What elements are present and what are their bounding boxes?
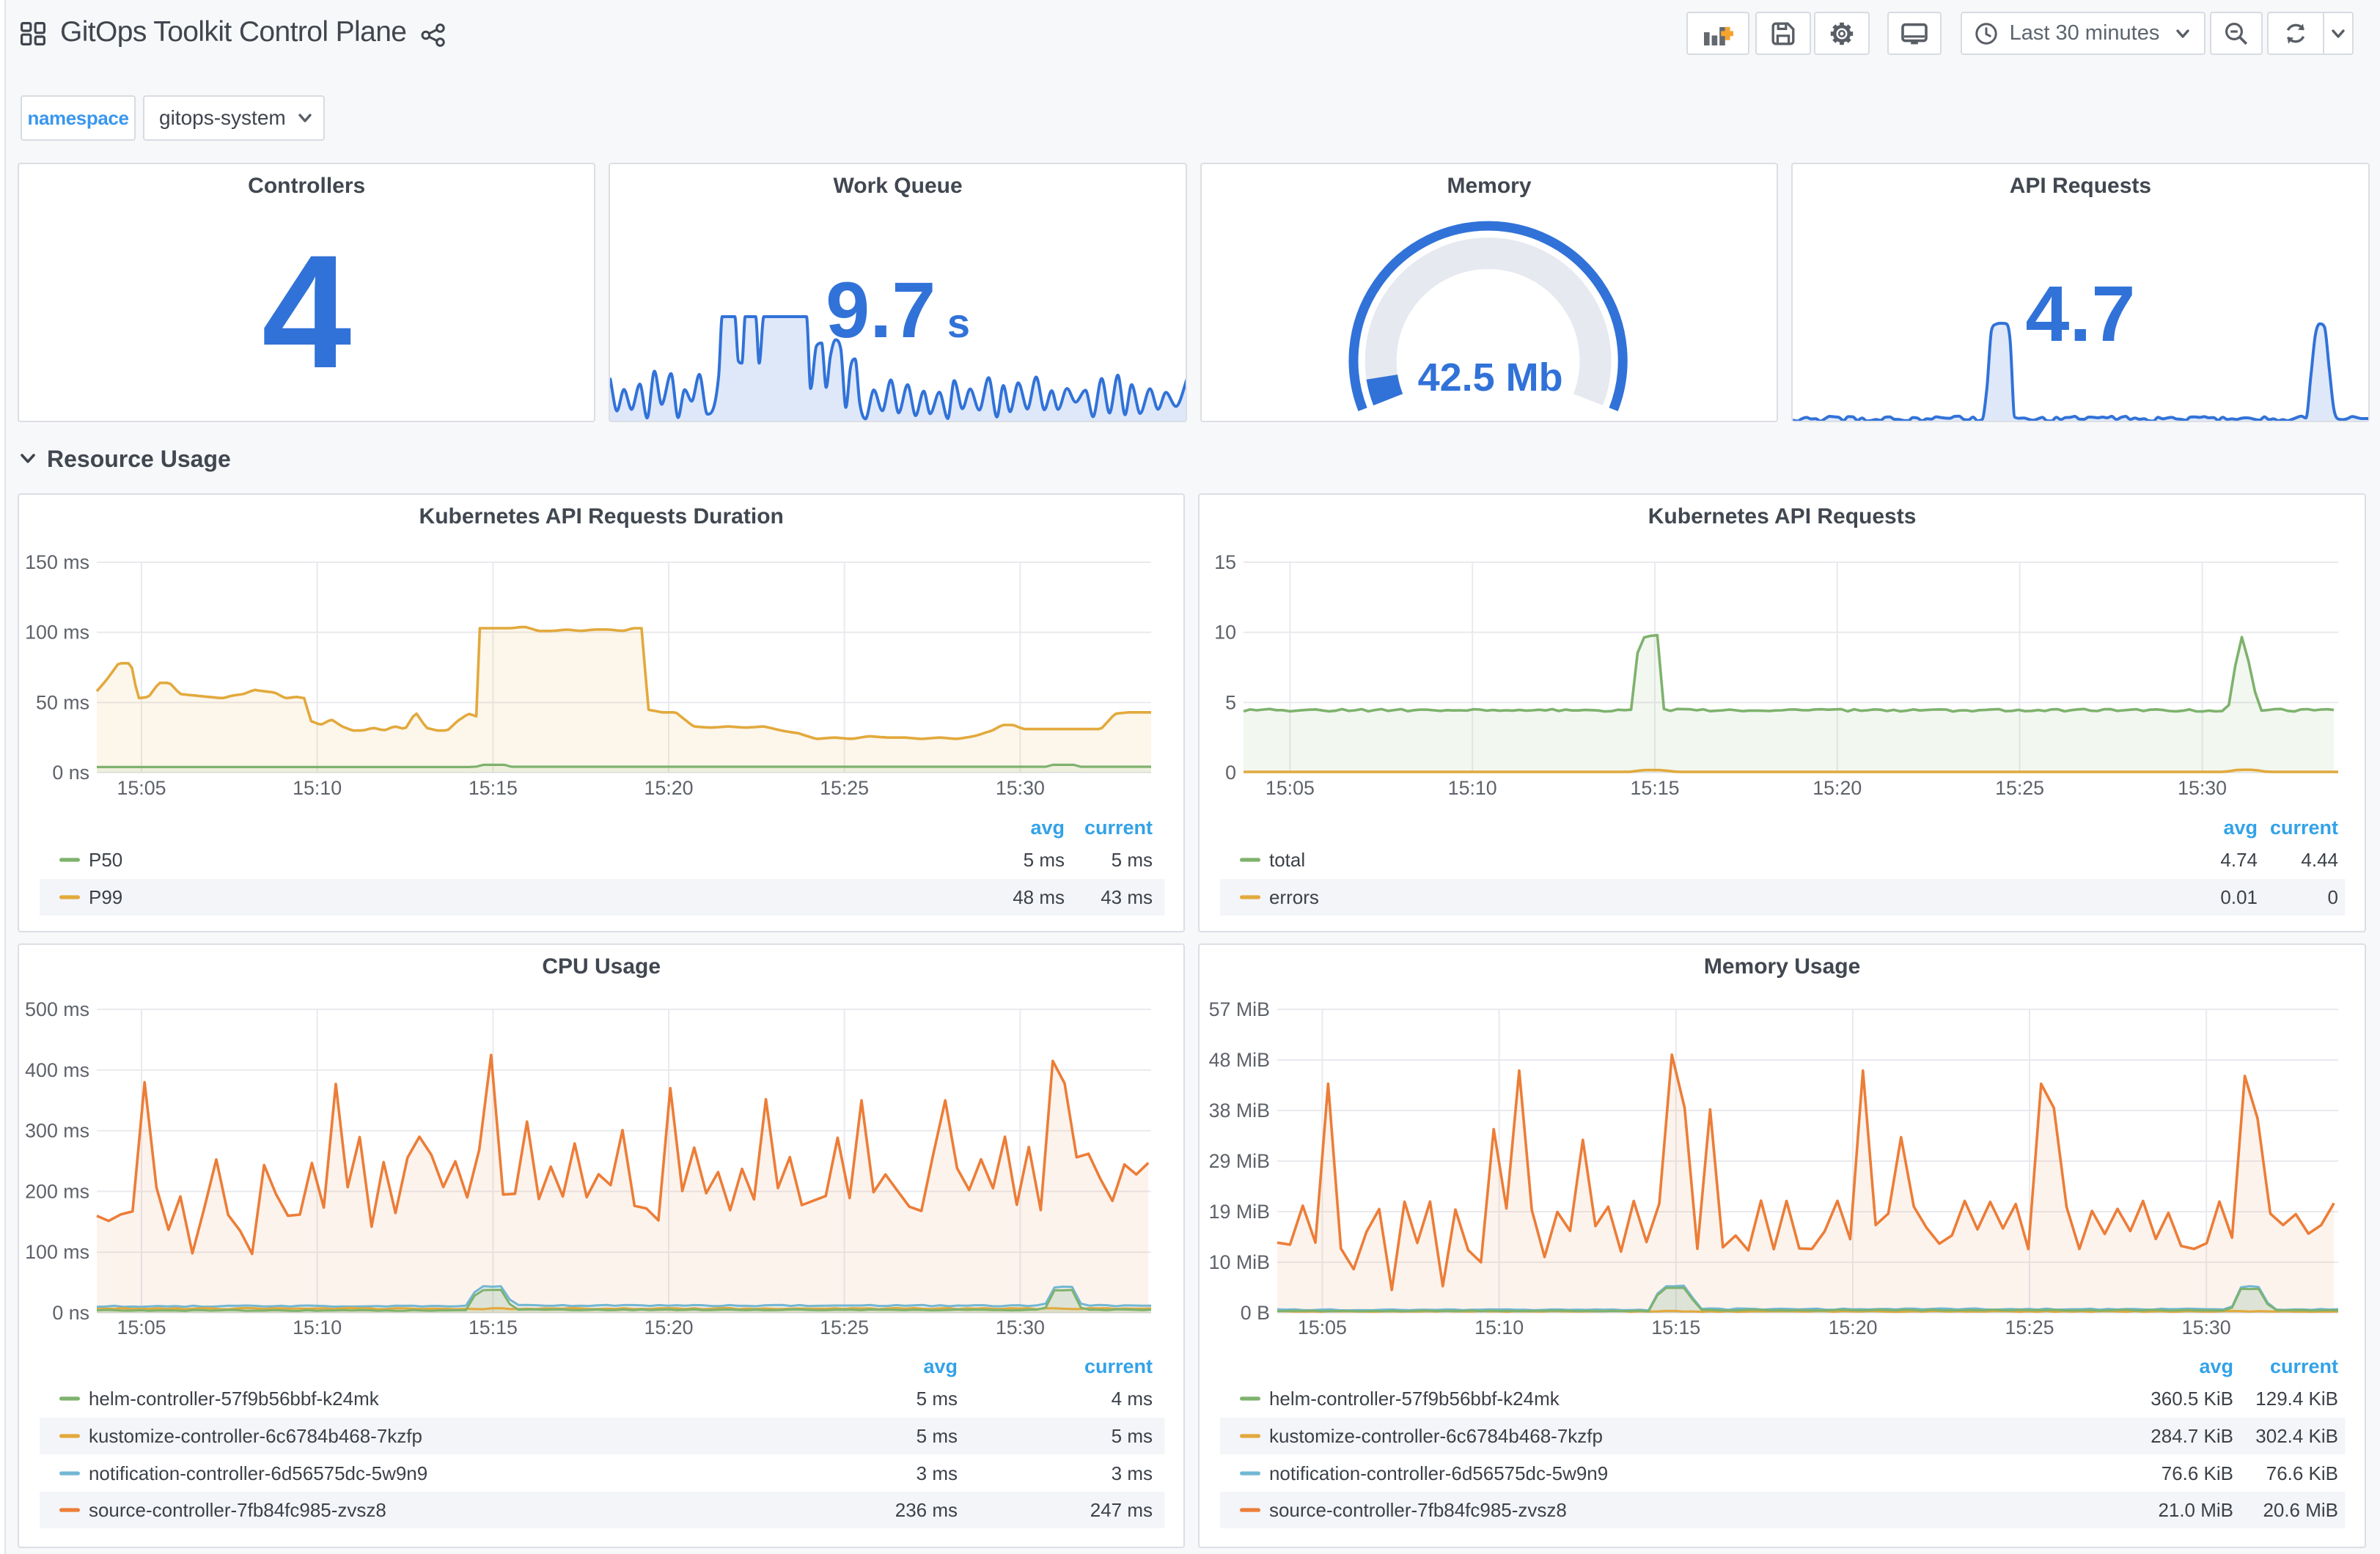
svg-text:15:20: 15:20 (1813, 777, 1862, 799)
svg-text:300 ms: 300 ms (25, 1120, 89, 1142)
svg-text:48 ms: 48 ms (1013, 886, 1065, 908)
svg-text:source-controller-7fb84fc985-z: source-controller-7fb84fc985-zvsz8 (89, 1499, 386, 1521)
svg-text:302.4 KiB: 302.4 KiB (2256, 1425, 2339, 1447)
svg-text:21.0 MiB: 21.0 MiB (2159, 1499, 2234, 1521)
svg-text:avg: avg (2200, 1355, 2234, 1377)
svg-text:0: 0 (1225, 762, 1236, 784)
svg-text:15:30: 15:30 (996, 777, 1045, 799)
svg-text:current: current (2270, 1355, 2338, 1377)
svg-text:15:20: 15:20 (1829, 1317, 1878, 1338)
svg-text:avg: avg (923, 1355, 958, 1377)
svg-text:current: current (1084, 817, 1153, 839)
svg-text:400 ms: 400 ms (25, 1059, 89, 1081)
svg-text:15:05: 15:05 (117, 777, 166, 799)
svg-text:150 ms: 150 ms (25, 551, 89, 573)
svg-text:15:15: 15:15 (1631, 777, 1680, 799)
svg-text:284.7 KiB: 284.7 KiB (2151, 1425, 2234, 1447)
svg-text:kustomize-controller-6c6784b46: kustomize-controller-6c6784b468-7kzfp (89, 1425, 422, 1447)
svg-text:total: total (1269, 849, 1305, 871)
svg-text:errors: errors (1269, 886, 1319, 908)
svg-text:500 ms: 500 ms (25, 998, 89, 1020)
svg-text:15:10: 15:10 (1474, 1317, 1524, 1338)
svg-text:source-controller-7fb84fc985-z: source-controller-7fb84fc985-zvsz8 (1269, 1499, 1567, 1521)
svg-text:100 ms: 100 ms (25, 622, 89, 644)
svg-text:15:05: 15:05 (1266, 777, 1315, 799)
svg-text:P99: P99 (89, 886, 122, 908)
svg-text:10: 10 (1215, 622, 1237, 644)
svg-text:129.4 KiB: 129.4 KiB (2256, 1388, 2339, 1410)
svg-text:15:25: 15:25 (2005, 1317, 2054, 1338)
svg-text:15:20: 15:20 (644, 777, 693, 799)
svg-text:236 ms: 236 ms (895, 1499, 958, 1521)
svg-text:0: 0 (2328, 886, 2338, 908)
svg-text:29 MiB: 29 MiB (1209, 1150, 1270, 1172)
svg-text:15:15: 15:15 (469, 777, 518, 799)
svg-text:43 ms: 43 ms (1101, 886, 1153, 908)
svg-text:15:10: 15:10 (293, 1317, 342, 1338)
svg-text:247 ms: 247 ms (1090, 1499, 1153, 1521)
svg-text:4.44: 4.44 (2302, 849, 2339, 871)
svg-text:5 ms: 5 ms (917, 1425, 958, 1447)
svg-text:15:10: 15:10 (293, 777, 342, 799)
svg-text:0 B: 0 B (1241, 1302, 1270, 1324)
svg-text:360.5 KiB: 360.5 KiB (2151, 1388, 2234, 1410)
svg-text:15:25: 15:25 (1995, 777, 2044, 799)
svg-text:15: 15 (1215, 551, 1237, 573)
svg-text:P50: P50 (89, 849, 122, 871)
svg-text:15:25: 15:25 (820, 1317, 869, 1338)
svg-text:kustomize-controller-6c6784b46: kustomize-controller-6c6784b468-7kzfp (1269, 1425, 1603, 1447)
svg-text:20.6 MiB: 20.6 MiB (2263, 1499, 2339, 1521)
svg-text:avg: avg (2224, 817, 2258, 839)
svg-text:4.74: 4.74 (2221, 849, 2258, 871)
svg-text:15:25: 15:25 (820, 777, 869, 799)
svg-text:42.5 Mb: 42.5 Mb (1417, 356, 1562, 399)
svg-text:3 ms: 3 ms (917, 1462, 958, 1484)
svg-text:15:05: 15:05 (1298, 1317, 1347, 1338)
svg-text:76.6 KiB: 76.6 KiB (2162, 1462, 2233, 1484)
svg-text:15:20: 15:20 (644, 1317, 693, 1338)
svg-text:15:30: 15:30 (996, 1317, 1045, 1338)
svg-text:100 ms: 100 ms (25, 1241, 89, 1263)
svg-text:48 MiB: 48 MiB (1209, 1049, 1270, 1071)
svg-text:15:30: 15:30 (2178, 777, 2227, 799)
svg-text:5: 5 (1225, 691, 1236, 713)
svg-text:15:15: 15:15 (469, 1317, 518, 1338)
svg-text:19 MiB: 19 MiB (1209, 1201, 1270, 1223)
svg-text:current: current (1084, 1355, 1153, 1377)
svg-text:57 MiB: 57 MiB (1209, 998, 1270, 1020)
svg-text:avg: avg (1030, 817, 1065, 839)
svg-text:15:10: 15:10 (1448, 777, 1497, 799)
svg-text:notification-controller-6d5657: notification-controller-6d56575dc-5w9n9 (89, 1462, 427, 1484)
svg-text:5 ms: 5 ms (1112, 849, 1153, 871)
svg-text:0 ns: 0 ns (52, 1302, 89, 1324)
svg-text:5 ms: 5 ms (1112, 1425, 1153, 1447)
svg-text:4 ms: 4 ms (1112, 1388, 1153, 1410)
svg-text:15:05: 15:05 (117, 1317, 166, 1338)
svg-text:current: current (2270, 817, 2338, 839)
svg-text:0 ns: 0 ns (52, 762, 89, 784)
svg-text:3 ms: 3 ms (1112, 1462, 1153, 1484)
svg-text:helm-controller-57f9b56bbf-k24: helm-controller-57f9b56bbf-k24mk (1269, 1388, 1560, 1410)
svg-text:200 ms: 200 ms (25, 1180, 89, 1202)
svg-text:0.01: 0.01 (2221, 886, 2258, 908)
svg-text:15:30: 15:30 (2182, 1317, 2231, 1338)
svg-text:15:15: 15:15 (1652, 1317, 1701, 1338)
svg-text:5 ms: 5 ms (917, 1388, 958, 1410)
svg-text:50 ms: 50 ms (36, 691, 89, 713)
svg-text:76.6 KiB: 76.6 KiB (2266, 1462, 2338, 1484)
svg-text:notification-controller-6d5657: notification-controller-6d56575dc-5w9n9 (1269, 1462, 1608, 1484)
svg-text:5 ms: 5 ms (1024, 849, 1065, 871)
svg-text:10 MiB: 10 MiB (1209, 1251, 1270, 1273)
svg-text:helm-controller-57f9b56bbf-k24: helm-controller-57f9b56bbf-k24mk (89, 1388, 380, 1410)
svg-text:38 MiB: 38 MiB (1209, 1100, 1270, 1122)
